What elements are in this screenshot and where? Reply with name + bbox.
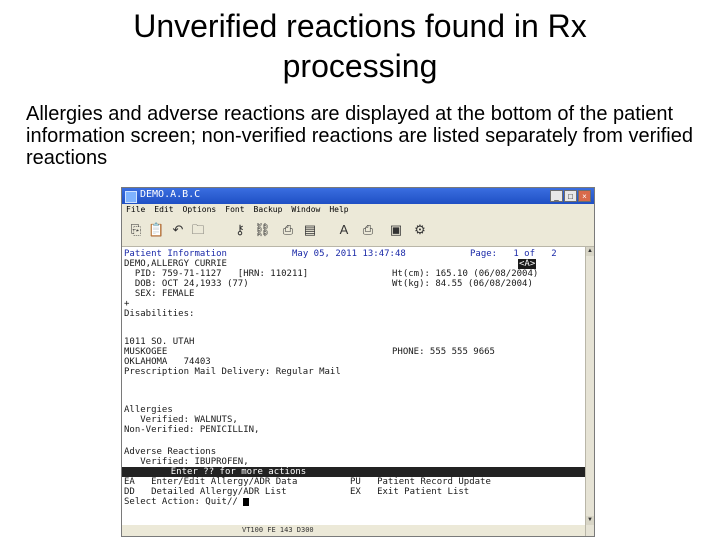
patient-dob: DOB: OCT 24,1933 (77) — [124, 279, 249, 289]
toolbar: ⎘ 📋 ↶ 🗀 ⚷ ⛓ ⎙ ▤ A ⎙ ▣ ⚙ — [122, 216, 594, 247]
slide-title-line1: Unverified reactions found in Rx — [133, 8, 587, 44]
open-icon[interactable]: ▤ — [302, 222, 318, 238]
patient-pid: PID: 759-71-1127 [HRN: 110211] — [124, 269, 309, 279]
terminal-screen[interactable]: Patient Information May 05, 2011 13:47:4… — [122, 247, 585, 536]
header-page: Page: 1 of 2 — [470, 249, 557, 259]
patient-weight: Wt(kg): 84.55 (06/08/2004) — [392, 279, 533, 289]
menu-options[interactable]: Options — [183, 205, 217, 214]
header-date: May 05, 2011 13:47:48 — [292, 249, 406, 259]
maximize-icon: □ — [568, 192, 573, 201]
action-enter-edit-allergy[interactable]: EA Enter/Edit Allergy/ADR Data — [124, 477, 297, 487]
select-action-label: Select Action: Quit// — [124, 497, 244, 507]
copy-icon[interactable]: ⎘ — [128, 222, 144, 238]
menu-help[interactable]: Help — [329, 205, 348, 214]
settings-icon[interactable]: ⚙ — [412, 222, 428, 238]
mail-delivery: Prescription Mail Delivery: Regular Mail — [124, 367, 341, 377]
minimize-button[interactable]: _ — [550, 190, 563, 202]
disabilities-label: Disabilities: — [124, 309, 195, 319]
menu-edit[interactable]: Edit — [154, 205, 173, 214]
close-icon: × — [582, 192, 587, 201]
allergies-label: Allergies — [124, 405, 173, 415]
key-icon[interactable]: ⚷ — [232, 222, 248, 238]
terminal-window: DEMO.A.B.C _ □ × File Edit Options Font Back… — [121, 187, 595, 537]
patient-sex: SEX: FEMALE — [124, 289, 195, 299]
menu-window[interactable]: Window — [291, 205, 320, 214]
folder-icon[interactable]: 🗀 — [190, 222, 206, 238]
plus-marker: + — [124, 299, 130, 309]
scroll-down-icon[interactable]: ▼ — [586, 516, 594, 525]
action-patient-record-update[interactable]: PU Patient Record Update — [350, 477, 491, 487]
address-line2: MUSKOGEE — [124, 347, 168, 357]
patient-name: DEMO,ALLERGY CURRIE — [124, 259, 227, 269]
spell-check-icon[interactable]: A — [336, 222, 352, 238]
minimize-icon: _ — [554, 192, 559, 201]
undo-icon[interactable]: ↶ — [170, 222, 186, 238]
allergies-verified: Verified: WALNUTS, — [124, 415, 238, 425]
printer-icon[interactable]: ⎙ — [360, 222, 376, 238]
patient-phone: PHONE: 555 555 9665 — [392, 347, 495, 357]
slide-title-line2: processing — [282, 48, 438, 84]
menu-backup[interactable]: Backup — [254, 205, 283, 214]
action-detailed-allergy-list[interactable]: DD Detailed Allergy/ADR List — [124, 487, 287, 497]
slide-title: Unverified reactions found in Rx process… — [0, 6, 720, 86]
print-icon[interactable]: ⎙ — [280, 222, 296, 238]
allergies-nonverified: Non-Verified: PENICILLIN, — [124, 425, 260, 435]
screen-title: Patient Information — [124, 249, 227, 259]
link-icon[interactable]: ⛓ — [254, 222, 271, 238]
window-titlebar[interactable]: DEMO.A.B.C _ □ × — [122, 188, 594, 204]
adverse-verified: Verified: IBUPROFEN, — [124, 457, 249, 467]
action-exit-patient-list[interactable]: EX Exit Patient List — [350, 487, 469, 497]
adverse-label: Adverse Reactions — [124, 447, 217, 457]
window-title: DEMO.A.B.C — [140, 189, 201, 200]
menubar: File Edit Options Font Backup Window Help — [122, 204, 594, 216]
select-action-prompt[interactable]: Select Action: Quit// — [124, 497, 250, 507]
status-bar: VT100 FE 143 D300 — [122, 525, 585, 536]
address-line1: 1011 SO. UTAH — [124, 337, 195, 347]
menu-font[interactable]: Font — [225, 205, 244, 214]
patient-tag: <A> — [518, 259, 537, 269]
status-text: VT100 FE 143 D300 — [242, 526, 314, 534]
close-button[interactable]: × — [578, 190, 591, 202]
vertical-scrollbar[interactable]: ▲ ▼ — [585, 247, 594, 536]
patient-height: Ht(cm): 165.10 (06/08/2004) — [392, 269, 539, 279]
text-cursor — [243, 497, 250, 506]
slide-body: Allergies and adverse reactions are disp… — [26, 103, 693, 169]
paste-icon[interactable]: 📋 — [148, 222, 164, 238]
maximize-button[interactable]: □ — [564, 190, 577, 202]
more-actions-bar: Enter ?? for more actions — [122, 467, 585, 477]
header-row: Patient Information — [124, 249, 227, 259]
menu-file[interactable]: File — [126, 205, 145, 214]
scroll-up-icon[interactable]: ▲ — [586, 247, 594, 256]
app-icon — [125, 191, 137, 203]
address-line3: OKLAHOMA 74403 — [124, 357, 211, 367]
disk-icon[interactable]: ▣ — [388, 222, 404, 238]
